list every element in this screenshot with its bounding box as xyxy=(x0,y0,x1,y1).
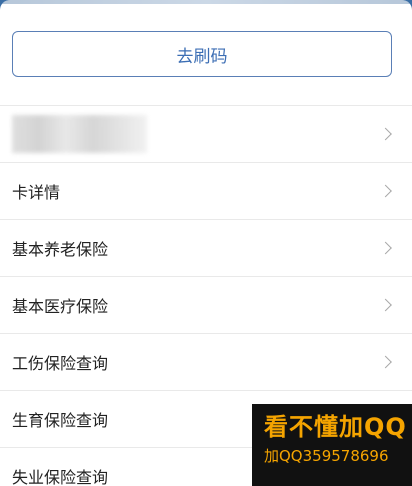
list-item-blurred[interactable] xyxy=(0,105,412,162)
list-item-injury-insurance[interactable]: 工伤保险查询 xyxy=(0,333,412,390)
list-item-label: 基本养老保险 xyxy=(12,240,109,259)
chevron-right-icon xyxy=(379,127,392,141)
redacted-text xyxy=(12,115,147,153)
refresh-code-button[interactable]: 去刷码 xyxy=(12,31,392,77)
chevron-right-icon xyxy=(379,355,392,369)
list-item-card-details[interactable]: 卡详情 xyxy=(0,162,412,219)
list-item-medical-insurance[interactable]: 基本医疗保险 xyxy=(0,276,412,333)
refresh-code-label: 去刷码 xyxy=(176,46,228,67)
list-item-label: 失业保险查询 xyxy=(12,468,109,486)
list-item-label: 卡详情 xyxy=(12,183,61,202)
watermark-title: 看不懂加QQ xyxy=(264,413,407,441)
chevron-right-icon xyxy=(379,298,392,312)
list-item-label: 基本医疗保险 xyxy=(12,297,109,316)
watermark-overlay: 看不懂加QQ 加QQ359578696 xyxy=(252,404,412,486)
list-item-label: 工伤保险查询 xyxy=(12,354,109,373)
list-item-label: 生育保险查询 xyxy=(12,411,109,430)
background-strip xyxy=(0,0,412,4)
chevron-right-icon xyxy=(379,184,392,198)
watermark-contact: 加QQ359578696 xyxy=(264,447,389,465)
chevron-right-icon xyxy=(379,241,392,255)
list-item-pension-insurance[interactable]: 基本养老保险 xyxy=(0,219,412,276)
